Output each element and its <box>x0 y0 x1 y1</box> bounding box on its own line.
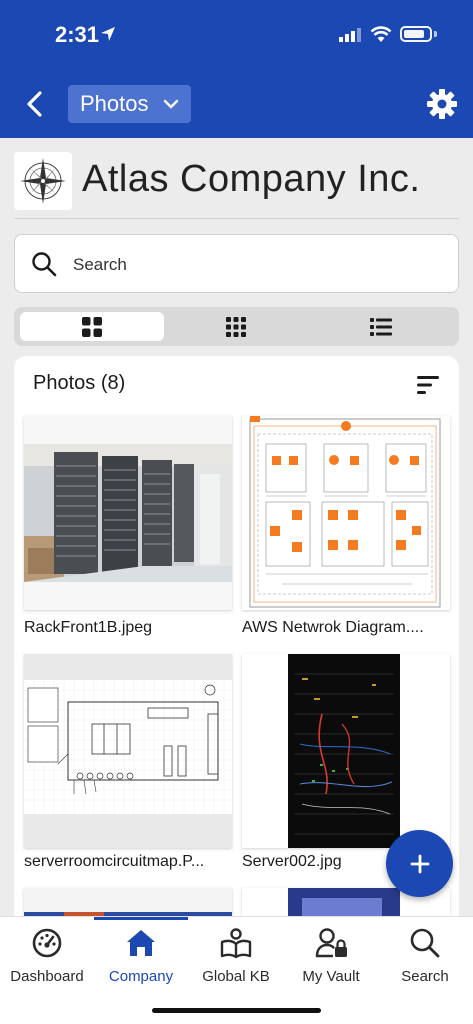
home-icon <box>127 930 155 956</box>
gear-icon[interactable] <box>426 88 458 120</box>
search-icon <box>32 252 57 277</box>
wifi-icon <box>370 26 392 42</box>
sort-icon[interactable] <box>417 376 439 394</box>
tab-label: My Vault <box>302 968 360 985</box>
server-photo-thumbnail <box>242 654 450 848</box>
photo-label: AWS Netwrok Diagram.... <box>242 619 424 636</box>
list-view-button[interactable] <box>309 312 453 341</box>
photo-tile-server002[interactable] <box>242 654 450 848</box>
company-header: Atlas Company Inc. <box>14 150 459 216</box>
status-time: 2:31 <box>55 22 100 47</box>
view-toggle <box>14 307 459 346</box>
battery-icon <box>400 26 432 42</box>
signal-icon <box>339 28 361 42</box>
tab-search[interactable]: Search <box>378 923 472 989</box>
dropdown-label: Photos <box>80 91 149 116</box>
tab-dashboard[interactable]: Dashboard <box>0 923 94 989</box>
chevron-down-icon <box>163 99 179 109</box>
photo-tile-rackfront[interactable] <box>24 416 232 610</box>
large-grid-icon <box>82 316 102 337</box>
small-grid-view-button[interactable] <box>164 312 308 341</box>
circuit-map-thumbnail <box>24 654 232 848</box>
rack-photo-thumbnail <box>24 416 232 610</box>
search-icon <box>410 928 440 958</box>
dashboard-icon <box>32 928 62 958</box>
photo-label: RackFront1B.jpeg <box>24 619 153 636</box>
compass-logo-icon <box>20 158 66 204</box>
aws-diagram-thumbnail <box>242 416 450 610</box>
add-photo-button[interactable] <box>386 830 453 897</box>
section-dropdown[interactable]: Photos <box>68 85 191 123</box>
tab-label: Global KB <box>202 968 270 985</box>
active-tab-indicator <box>94 917 188 920</box>
photo-tile-circuit-map[interactable] <box>24 654 232 848</box>
back-button[interactable] <box>20 88 50 120</box>
tab-label: Search <box>401 968 449 985</box>
book-icon <box>220 928 252 959</box>
divider <box>14 218 459 219</box>
home-indicator <box>152 1008 321 1013</box>
photos-title: Photos (8) <box>33 372 126 394</box>
search-placeholder: Search <box>73 255 127 274</box>
small-grid-icon <box>226 316 246 337</box>
photo-label: serverroomcircuitmap.P... <box>24 853 205 870</box>
location-arrow-icon <box>101 27 115 41</box>
tab-company[interactable]: Company <box>94 923 188 989</box>
plus-icon <box>410 854 429 873</box>
photo-tile-aws-diagram[interactable] <box>242 416 450 610</box>
large-grid-view-button[interactable] <box>20 312 164 341</box>
company-name: Atlas Company Inc. <box>82 158 421 200</box>
user-lock-icon <box>315 928 347 958</box>
tab-label: Company <box>108 968 174 985</box>
tab-label: Dashboard <box>10 968 84 985</box>
app-header: 2:31 Photos <box>0 0 473 138</box>
tab-global-kb[interactable]: Global KB <box>189 923 283 989</box>
tab-my-vault[interactable]: My Vault <box>284 923 378 989</box>
list-icon <box>370 317 392 336</box>
company-logo <box>14 152 72 210</box>
search-field[interactable]: Search <box>14 234 459 293</box>
status-bar: 2:31 <box>0 0 473 66</box>
